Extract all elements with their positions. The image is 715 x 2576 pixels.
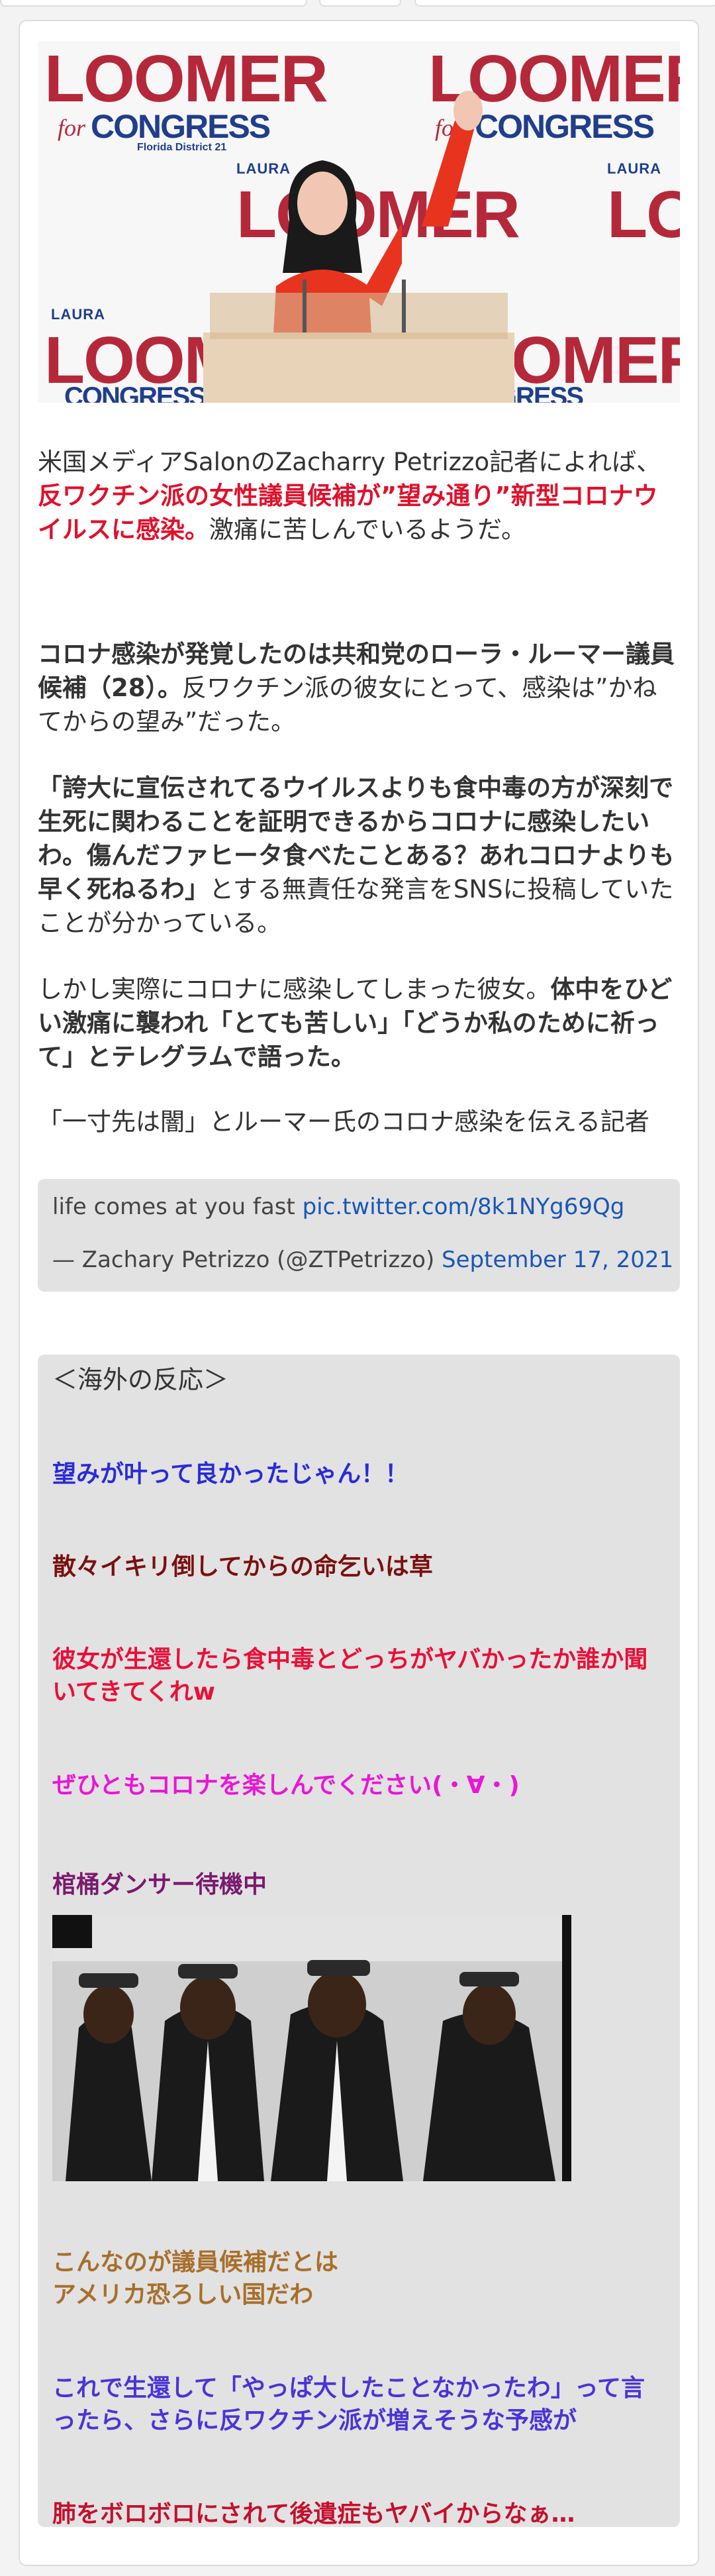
- reaction-item: 彼女が生還したら食中毒とどっちがヤバかったか誰か聞いてきてくれw: [52, 1646, 648, 1706]
- tab-middle[interactable]: [319, 0, 401, 7]
- reaction-item: ぜひともコロナを楽しんでください(・∀・): [52, 1772, 520, 1799]
- reaction-item: 棺桶ダンサー待機中: [52, 1871, 267, 1898]
- tweet-media-link[interactable]: pic.twitter.com/8k1NYg69Qg: [303, 1194, 625, 1220]
- paragraph: しかし実際にコロナに感染してしまった彼女。体中をひどい激痛に襲われ「とても苦しい…: [38, 972, 680, 1074]
- sign-text: LOOMER: [607, 178, 680, 252]
- sign-text: LAURA: [51, 306, 105, 323]
- sign-text: for: [58, 115, 86, 141]
- article-card: LOOMER for CONGRESS Florida District 21 …: [19, 20, 699, 2566]
- coffin-dance-scene: [52, 1915, 571, 2181]
- paragraph: 「誇大に宣伝されてるウイルスよりも食中毒の方が深刻で生死に関わることを証明できる…: [38, 771, 680, 940]
- tweet-author: — Zachary Petrizzo (@ZTPetrizzo): [52, 1247, 442, 1273]
- tweet-text: life comes at you fast: [52, 1194, 303, 1220]
- tweet-date-link[interactable]: September 17, 2021: [442, 1247, 673, 1273]
- podium: [203, 280, 514, 403]
- tab-right[interactable]: [414, 0, 715, 7]
- reaction-item: 散々イキリ倒してからの命乞いは草: [52, 1553, 433, 1580]
- reaction-item: これで生還して「やっぱ大したことなかったわ」って言ったら、さらに反ワクチン派が増…: [52, 2375, 645, 2434]
- reaction-item: こんなのが議員候補だとは アメリカ恐ろしい国だわ: [52, 2249, 339, 2308]
- coffin-dance-gif: [52, 1915, 571, 2181]
- reaction-item: 肺をボロボロにされて後遺症もヤバイからなぁ…: [52, 2500, 575, 2528]
- embedded-tweet: life comes at you fast pic.twitter.com/8…: [38, 1179, 680, 1292]
- reactions-title: ＜海外の反応＞: [52, 1365, 229, 1394]
- sign-text: CONGRESS: [64, 382, 207, 403]
- paragraph: 「一寸先は闇」とルーマー氏のコロナ感染を伝える記者: [38, 1105, 680, 1139]
- tweet-attribution: — Zachary Petrizzo (@ZTPetrizzo) Septemb…: [52, 1247, 673, 1273]
- paragraph-text: 「一寸先は闇」とルーマー氏のコロナ感染を伝える記者: [38, 1108, 649, 1136]
- tab-left[interactable]: [0, 0, 307, 7]
- paragraph: コロナ感染が発覚したのは共和党のローラ・ルーマー議員候補（28）。反ワクチン派の…: [38, 637, 680, 739]
- paragraph-text: 米国メディアSalonのZacharry Petrizzo記者によれば、: [38, 448, 661, 476]
- sign-text: Florida District 21: [137, 142, 227, 153]
- sign-text: LAURA: [607, 160, 661, 177]
- paragraph-text: しかし実際にコロナに感染してしまった彼女。: [38, 975, 551, 1004]
- reactions-box: ＜海外の反応＞ 望みが叶って良かったじゃん！！ 散々イキリ倒してからの命乞いは草…: [38, 1355, 680, 2528]
- paragraph-text: 激痛に苦しんでいるようだ。: [209, 515, 526, 544]
- reaction-item: 望みが叶って良かったじゃん！！: [52, 1461, 409, 1488]
- tweet-body: life comes at you fast pic.twitter.com/8…: [52, 1194, 624, 1220]
- article-hero-image: LOOMER for CONGRESS Florida District 21 …: [38, 41, 680, 403]
- sign-text: LOOMER: [44, 42, 328, 116]
- top-tabs: [0, 0, 715, 7]
- paragraph: 米国メディアSalonのZacharry Petrizzo記者によれば、反ワクチ…: [38, 445, 680, 546]
- raised-arm: [422, 91, 483, 227]
